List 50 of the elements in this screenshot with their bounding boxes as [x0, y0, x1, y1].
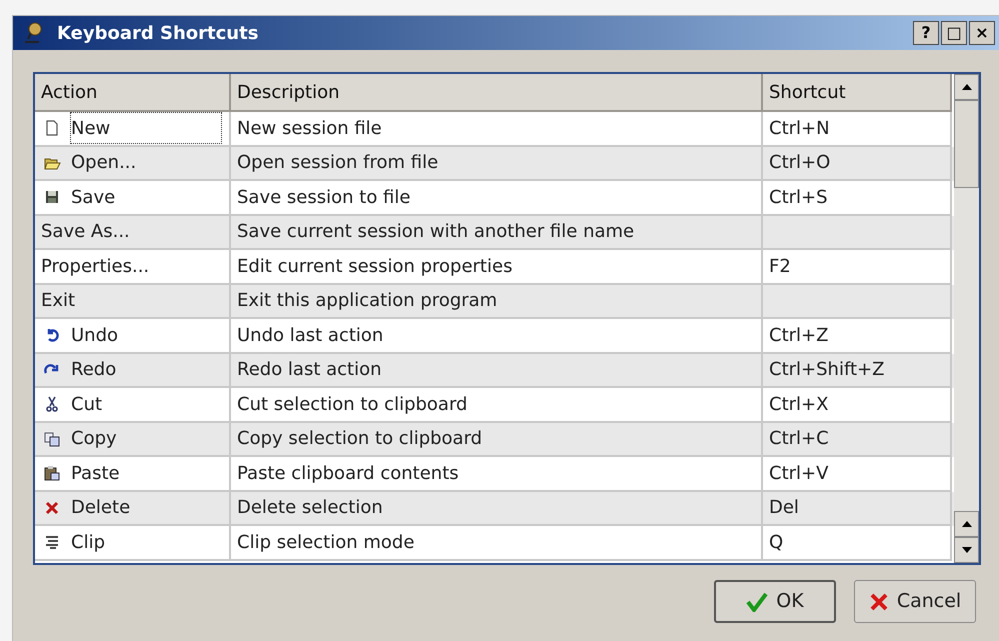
clipboard-icon: [43, 464, 61, 482]
table-row[interactable]: Cut Cut selection to clipboard Ctrl+X: [35, 388, 954, 422]
action-label: Save As...: [41, 220, 130, 244]
up-arrow-icon: [962, 84, 972, 90]
table-cell: Clip selection mode: [231, 526, 763, 560]
copy-icon: [43, 430, 61, 448]
table-row[interactable]: Save As... Save current session with another file name: [35, 216, 954, 250]
action-label: Save: [71, 186, 116, 210]
action-label: Exit: [41, 289, 76, 314]
table-row[interactable]: Paste Paste clipboard contents Ctrl+V: [35, 457, 954, 492]
down-arrow-icon: [962, 547, 972, 553]
action-label: Delete: [71, 496, 130, 520]
column-header[interactable]: Action: [35, 74, 231, 112]
action-label: New: [71, 113, 221, 144]
scroll-down-button[interactable]: [954, 537, 979, 563]
vertical-scrollbar[interactable]: [954, 74, 979, 563]
column-header[interactable]: Description: [231, 74, 763, 112]
table-row[interactable]: New New session file Ctrl+N: [35, 112, 954, 146]
title-bar-button[interactable]: ×: [969, 21, 995, 45]
action-label: Copy: [71, 427, 117, 452]
table-row[interactable]: Open... Open session from file Ctrl+O: [35, 146, 954, 181]
action-label: Paste: [71, 462, 120, 486]
table-row[interactable]: Undo Undo last action Ctrl+Z: [35, 319, 954, 354]
table-row[interactable]: Save Save session to file Ctrl+S: [35, 181, 954, 216]
scroll-up-button[interactable]: [954, 74, 979, 100]
action-label: Redo: [71, 358, 116, 382]
title-bar-button[interactable]: ?: [913, 21, 939, 45]
title-bar-button[interactable]: □: [941, 21, 967, 45]
action-label: Clip: [71, 530, 105, 555]
cross-icon: [868, 592, 889, 612]
checkmark-icon: [746, 592, 768, 612]
table-row[interactable]: Copy Copy selection to clipboard Ctrl+C: [35, 422, 954, 457]
action-label: Properties...: [41, 254, 150, 279]
table-row[interactable]: Delete Delete selection Del: [35, 492, 954, 526]
action-label: Cut: [71, 392, 102, 417]
table-row[interactable]: Properties... Edit current session properties F2: [35, 250, 954, 284]
table-row[interactable]: Redo Redo last action Ctrl+Shift+Z: [35, 354, 954, 388]
up-arrow-icon: [962, 521, 972, 527]
ok-button[interactable]: OK: [714, 580, 836, 623]
scrollbar-thumb[interactable]: [954, 100, 979, 188]
table-row[interactable]: Exit Exit this application program: [35, 284, 954, 319]
lines-icon: [43, 533, 61, 552]
action-label: Open...: [71, 151, 136, 176]
column-header[interactable]: Shortcut: [763, 74, 952, 112]
scroll-up-button[interactable]: [954, 511, 979, 537]
action-label: Undo: [71, 324, 118, 348]
table-cell: Q: [763, 526, 952, 560]
cancel-button[interactable]: Cancel: [854, 580, 976, 623]
window-title: Keyboard Shortcuts: [57, 22, 258, 46]
table-row[interactable]: Clip Clip selection mode Q: [35, 526, 954, 560]
